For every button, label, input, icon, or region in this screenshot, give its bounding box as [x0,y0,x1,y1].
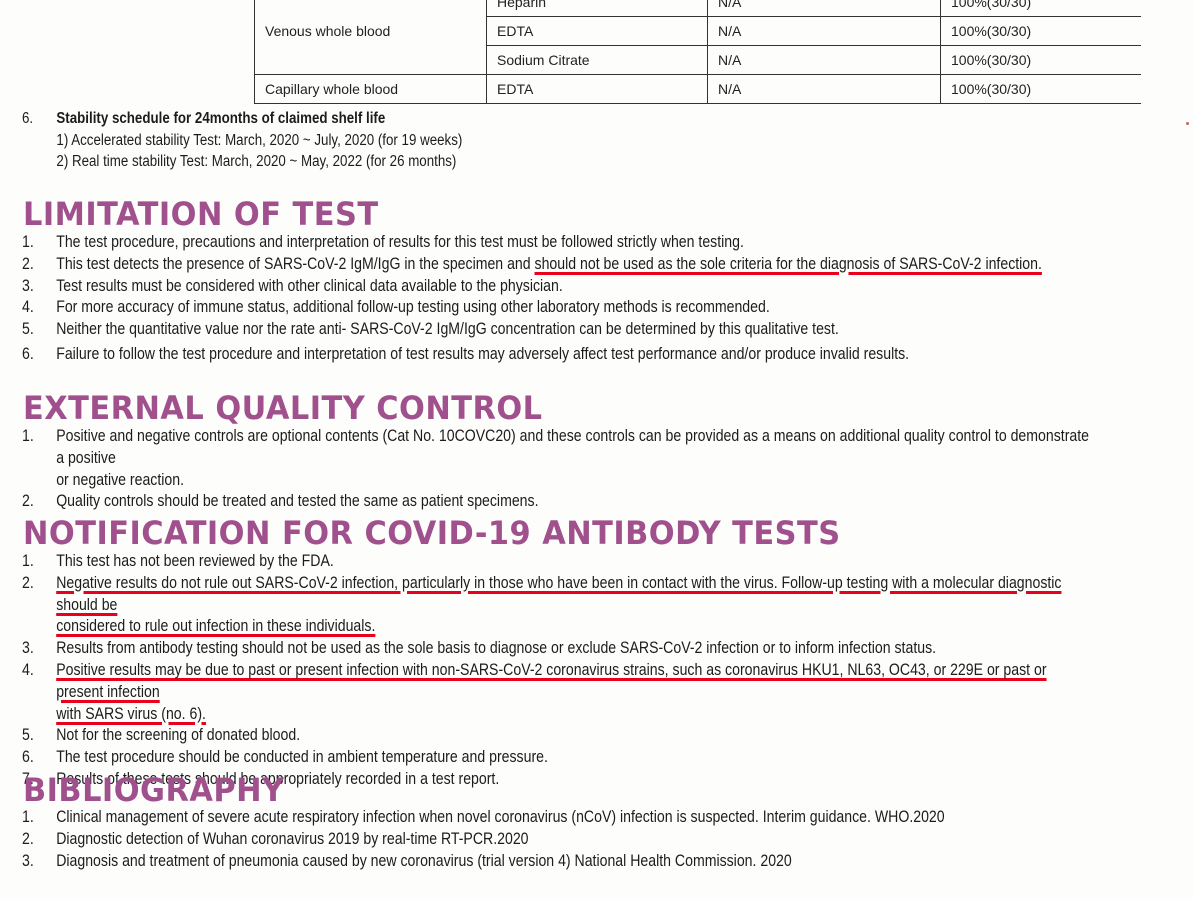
item-number: 6. [22,748,34,767]
underlined-text-continued: considered to rule out infection in thes… [56,617,376,636]
underlined-text-continued: with SARS virus (no. 6). [56,704,206,723]
result-cell: 100%(30/30) [940,74,1141,104]
list-item: 5. Not for the screening of donated blood… [22,725,1091,747]
bibliography-list: 1. Clinical management of severe acute re… [22,807,1091,872]
list-item: 3. Test results must be considered with o… [22,276,1091,298]
item-number: 2. [22,254,34,273]
anticoagulant-cell: Sodium Citrate [486,45,708,75]
item-text: Neither the quantitative value nor the r… [56,320,839,339]
item-text: Clinical management of severe acute resp… [56,808,945,826]
underlined-text: should not be used as the sole criteria … [534,254,1042,273]
result-cell: 100%(30/30) [940,16,1141,46]
stability-number: 6. [22,110,34,127]
item-number: 1. [22,552,34,570]
anticoagulant-cell: EDTA [486,16,708,46]
specimen-group-capillary: Capillary whole blood [254,74,487,104]
list-item: 5. Neither the quantitative value nor the… [22,319,1091,341]
list-item: 4. For more accuracy of immune status, ad… [22,297,1091,319]
anticoagulant-cell: EDTA [486,74,708,104]
item-number: 3. [22,276,34,295]
item-text: The test procedure, precautions and inte… [56,233,744,251]
result-cell: 100%(30/30) [940,45,1141,75]
item-number: 2. [22,573,34,592]
value-cell: N/A [707,74,941,104]
item-number: 2. [22,492,34,511]
item-number: 2. [22,829,34,848]
item-text: This test has not been reviewed by the F… [56,552,334,570]
list-item: 2. Diagnostic detection of Wuhan coronavi… [22,829,1091,851]
item-number: 3. [22,639,34,658]
underlined-text: Positive results may be due to past or p… [56,660,1047,701]
stability-section: 6. Stability schedule for 24months of cl… [22,108,462,173]
list-item: 1. This test has not been reviewed by the… [22,551,1091,573]
value-cell: N/A [707,16,941,46]
item-text: Positive and negative controls are optio… [56,427,1090,467]
stability-title: Stability schedule for 24months of claim… [56,110,386,127]
underlined-text: Negative results do not rule out SARS-Co… [56,573,1062,614]
item-text: Failure to follow the test procedure and… [56,344,910,363]
item-number: 4. [22,660,34,679]
item-number: 1. [22,808,34,826]
item-text: Diagnostic detection of Wuhan coronaviru… [56,829,529,848]
item-text: Not for the screening of donated blood. [56,726,301,745]
item-number: 3. [22,851,34,870]
item-text: The test procedure should be conducted i… [56,748,548,767]
limitation-heading: LIMITATION OF TEST [23,195,379,233]
item-number: 1. [22,427,34,445]
value-cell: N/A [707,0,941,17]
item-number: 6. [22,344,34,363]
item-text-continued: or negative reaction. [56,470,185,489]
ink-speck [1186,122,1189,125]
notification-list: 1. This test has not been reviewed by the… [22,551,1091,791]
table-row: Venous whole blood Heparin N/A 100%(30/3… [254,0,1141,75]
item-number: 5. [22,320,34,339]
list-item: 6. Failure to follow the test procedure a… [22,344,1091,366]
list-item: 2. Quality controls should be treated and… [22,491,1091,513]
bibliography-heading: BIBLIOGRAPHY [23,771,285,809]
item-text: Results from antibody testing should not… [56,639,937,658]
notification-heading: NOTIFICATION FOR COVID-19 ANTIBODY TESTS [23,514,841,552]
list-item: 2. Negative results do not rule out SARS-… [22,573,1091,638]
list-item: 3. Diagnosis and treatment of pneumonia c… [22,851,1091,873]
table-row: Capillary whole blood EDTA N/A 100%(30/3… [254,74,1141,104]
value-cell: N/A [707,45,941,75]
item-text: Quality controls should be treated and t… [56,492,539,511]
list-item: 4. Positive results may be due to past or… [22,660,1091,725]
item-text: Diagnosis and treatment of pneumonia cau… [56,851,792,870]
item-text: This test detects the presence of SARS-C… [56,254,535,273]
limitation-list: 1. The test procedure, precautions and in… [22,232,1091,366]
item-text: For more accuracy of immune status, addi… [56,298,770,317]
item-number: 5. [22,726,34,745]
stability-line-realtime: 2) Real time stability Test: March, 2020… [56,153,457,170]
specimen-group-venous: Venous whole blood [254,0,487,75]
eqc-heading: EXTERNAL QUALITY CONTROL [23,389,543,427]
list-item: 1. The test procedure, precautions and in… [22,232,1091,254]
result-cell: 100%(30/30) [940,0,1141,17]
list-item: 1. Clinical management of severe acute re… [22,807,1091,829]
item-number: 4. [22,298,34,317]
list-item: 1. Positive and negative controls are opt… [22,426,1091,491]
stability-line-accelerated: 1) Accelerated stability Test: March, 20… [56,131,463,149]
anticoagulant-cell: Heparin [486,0,708,17]
list-item: 3. Results from antibody testing should n… [22,638,1091,660]
item-number: 1. [22,233,34,251]
list-item: 6. The test procedure should be conducted… [22,747,1091,769]
list-item: 2. This test detects the presence of SARS… [22,254,1091,276]
specimen-table: Venous whole blood Heparin N/A 100%(30/3… [254,0,1141,104]
eqc-list: 1. Positive and negative controls are opt… [22,426,1091,513]
document-page: Venous whole blood Heparin N/A 100%(30/3… [0,0,1193,899]
item-text: Test results must be considered with oth… [56,276,563,295]
